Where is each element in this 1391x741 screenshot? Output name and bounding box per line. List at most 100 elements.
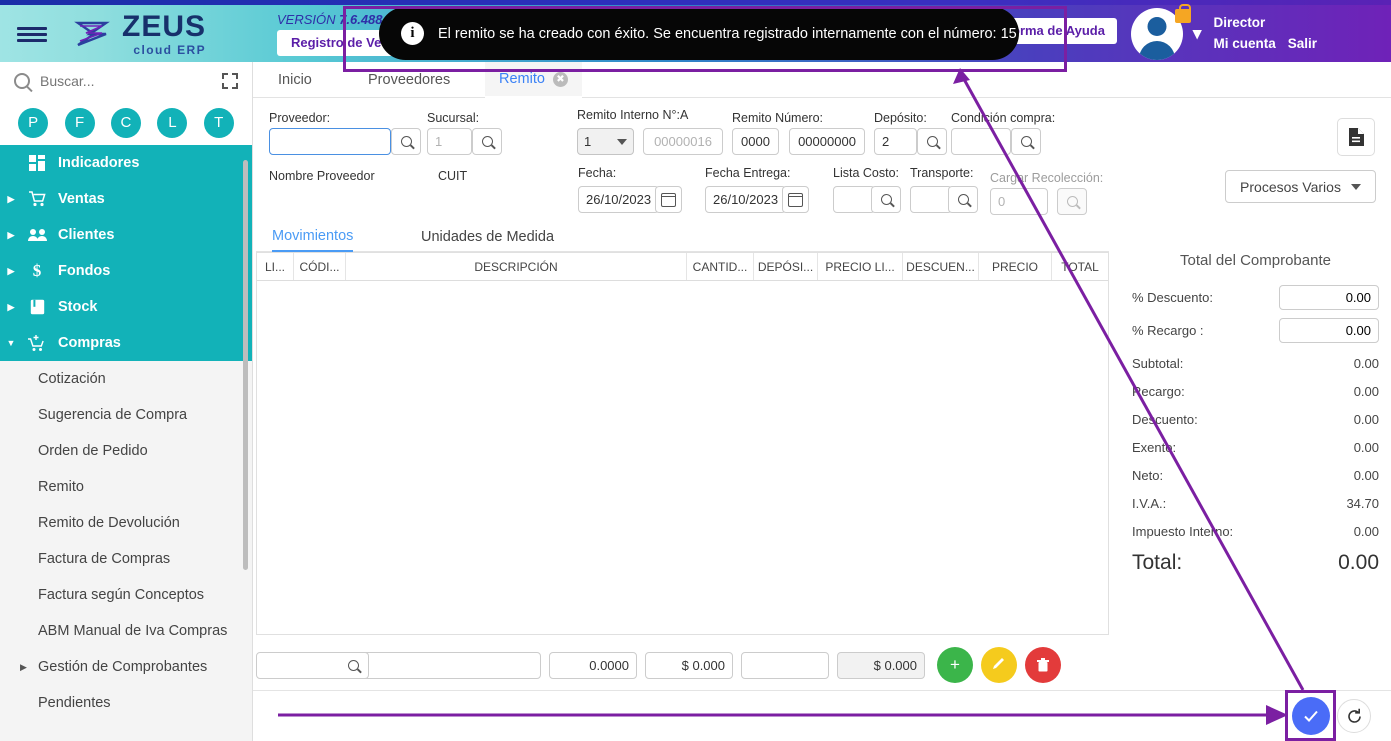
proveedor-input[interactable] <box>269 128 391 155</box>
chevron-down-icon: ▼ <box>6 338 16 348</box>
sidebar-item-fondos[interactable]: ▶ $ Fondos <box>0 253 252 289</box>
shortcut-l[interactable]: L <box>157 107 188 138</box>
registro-ventas-button[interactable]: Registro de Ve <box>277 30 396 56</box>
tab-proveedores[interactable]: Proveedores <box>368 62 450 98</box>
document-button[interactable] <box>1337 118 1375 156</box>
sidebar-subitem-factura-de-compras[interactable]: Factura de Compras <box>0 541 252 577</box>
grid-col-descuento[interactable]: DESCUEN... <box>903 253 979 280</box>
grid-col-precio[interactable]: PRECIO <box>979 253 1052 280</box>
zeus-logo: ZEUS cloud ERP <box>72 12 206 56</box>
lista-costo-search-button[interactable] <box>871 186 901 213</box>
fecha-calendar-button[interactable] <box>655 186 682 213</box>
tab-label: Inicio <box>278 72 312 88</box>
sidebar-subitem-gestion-de-comprobantes[interactable]: ▶ Gestión de Comprobantes <box>0 649 252 685</box>
sidebar-scrollbar[interactable] <box>243 160 248 570</box>
grid-col-descripcion[interactable]: DESCRIPCIÓN <box>346 253 687 280</box>
expand-icon[interactable] <box>222 73 238 89</box>
grid-col-cantidad[interactable]: CANTID... <box>687 253 754 280</box>
refresh-button[interactable] <box>1337 699 1371 733</box>
grid-col-precio-lista[interactable]: PRECIO LI... <box>818 253 903 280</box>
sidebar-subitem-label: ABM Manual de Iva Compras <box>38 623 228 639</box>
inner-tab-unidades-de-medida[interactable]: Unidades de Medida <box>421 222 554 252</box>
grid-col-deposito[interactable]: DEPÓSI... <box>754 253 818 280</box>
tab-remito[interactable]: Remito ✖ <box>485 62 582 98</box>
edit-row-button[interactable] <box>981 647 1017 683</box>
footer-bar <box>253 690 1391 741</box>
condicion-compra-search-button[interactable] <box>1011 128 1041 155</box>
grid-col-codigo[interactable]: CÓDI... <box>294 253 346 280</box>
sidebar-item-clientes[interactable]: ▶ Clientes <box>0 217 252 253</box>
sidebar-subitem-pendientes[interactable]: Pendientes <box>0 685 252 721</box>
grid-col-total[interactable]: TOTAL <box>1052 253 1108 280</box>
sidebar-subitem-sugerencia-de-compra[interactable]: Sugerencia de Compra <box>0 397 252 433</box>
close-icon[interactable]: ✖ <box>552 71 568 87</box>
totals-value: 0.00 <box>1353 439 1379 455</box>
shortcut-t[interactable]: T <box>203 107 234 138</box>
cargar-recoleccion-input[interactable] <box>990 188 1048 215</box>
cargar-recoleccion-label: Cargar Recolección: <box>990 171 1104 185</box>
sidebar-subitem-cotizacion[interactable]: Cotización <box>0 361 252 397</box>
condicion-compra-input[interactable] <box>951 128 1011 155</box>
tab-inicio[interactable]: Inicio <box>278 62 312 98</box>
proveedor-search-button[interactable] <box>391 128 421 155</box>
chevron-down-icon[interactable]: ▾ <box>1193 24 1202 44</box>
deposito-search-button[interactable] <box>917 128 947 155</box>
sidebar-item-label: Indicadores <box>58 155 140 171</box>
row-cantidad-input[interactable] <box>549 651 637 679</box>
transporte-input[interactable] <box>910 186 952 213</box>
lista-costo-input[interactable] <box>833 186 875 213</box>
delete-row-button[interactable] <box>1025 647 1061 683</box>
my-account-link[interactable]: Mi cuenta <box>1213 34 1275 55</box>
deposito-input[interactable] <box>874 128 917 155</box>
cuit-label: CUIT <box>438 169 468 183</box>
sidebar-item-label: Fondos <box>58 263 111 279</box>
transporte-search-button[interactable] <box>948 186 978 213</box>
fecha-entrega-calendar-button[interactable] <box>782 186 809 213</box>
row-precio-lista-input[interactable] <box>645 651 733 679</box>
logout-link[interactable]: Salir <box>1288 34 1317 55</box>
recargo-pct-input[interactable] <box>1279 317 1379 343</box>
sidebar-subitem-factura-segun-conceptos[interactable]: Factura según Conceptos <box>0 577 252 613</box>
remito-numero-input[interactable] <box>789 128 865 155</box>
sidebar-item-compras[interactable]: ▼ Compras <box>0 325 252 361</box>
row-descuento-input[interactable] <box>741 651 829 679</box>
confirm-button[interactable] <box>1292 697 1330 735</box>
sidebar-item-indicadores[interactable]: Indicadores <box>0 145 252 181</box>
sidebar-subitem-remito-de-devolucion[interactable]: Remito de Devolución <box>0 505 252 541</box>
sucursal-input[interactable] <box>427 128 472 155</box>
descuento-pct-input[interactable] <box>1279 284 1379 310</box>
search-input[interactable] <box>40 73 222 89</box>
search-icon <box>14 73 30 89</box>
grid-col-li[interactable]: LI... <box>257 253 294 280</box>
sidebar-subitem-orden-de-pedido[interactable]: Orden de Pedido <box>0 433 252 469</box>
sucursal-label: Sucursal: <box>427 111 480 125</box>
row-descripcion-input[interactable] <box>361 651 541 679</box>
row-codigo-search-button[interactable] <box>339 651 369 679</box>
calendar-icon <box>661 192 676 207</box>
shortcut-c[interactable]: C <box>110 107 141 138</box>
totals-panel: Total del Comprobante % Descuento: % Rec… <box>1120 252 1391 575</box>
remito-numero-prefix-input[interactable] <box>732 128 779 155</box>
sidebar-item-stock[interactable]: ▶ Stock <box>0 289 252 325</box>
procesos-varios-button[interactable]: Procesos Varios <box>1225 170 1376 203</box>
inner-tab-movimientos[interactable]: Movimientos <box>272 222 354 252</box>
sidebar-item-ventas[interactable]: ▶ Ventas <box>0 181 252 217</box>
cargar-recoleccion-search-button[interactable] <box>1057 188 1087 215</box>
sidebar-subitem-abm-manual-de-iva-compras[interactable]: ABM Manual de Iva Compras <box>0 613 252 649</box>
hamburger-menu-icon[interactable] <box>0 24 64 45</box>
totals-row-neto: Neto: 0.00 <box>1120 461 1391 489</box>
row-precio-input[interactable] <box>837 651 925 679</box>
sucursal-search-button[interactable] <box>472 128 502 155</box>
totals-label: Subtotal: <box>1132 355 1184 371</box>
fecha-entrega-input[interactable] <box>705 186 786 213</box>
shortcut-p[interactable]: P <box>18 107 49 138</box>
add-row-button[interactable]: + <box>937 647 973 683</box>
totals-label: Recargo: <box>1132 383 1185 399</box>
movimientos-grid: LI... CÓDI... DESCRIPCIÓN CANTID... DEPÓ… <box>256 252 1109 635</box>
shortcut-f[interactable]: F <box>64 107 95 138</box>
sidebar-subitem-remito[interactable]: Remito <box>0 469 252 505</box>
remito-interno-select[interactable]: 1 <box>577 128 634 155</box>
totals-label: % Recargo : <box>1132 322 1204 338</box>
fecha-input[interactable] <box>578 186 659 213</box>
remito-interno-input[interactable] <box>643 128 723 155</box>
